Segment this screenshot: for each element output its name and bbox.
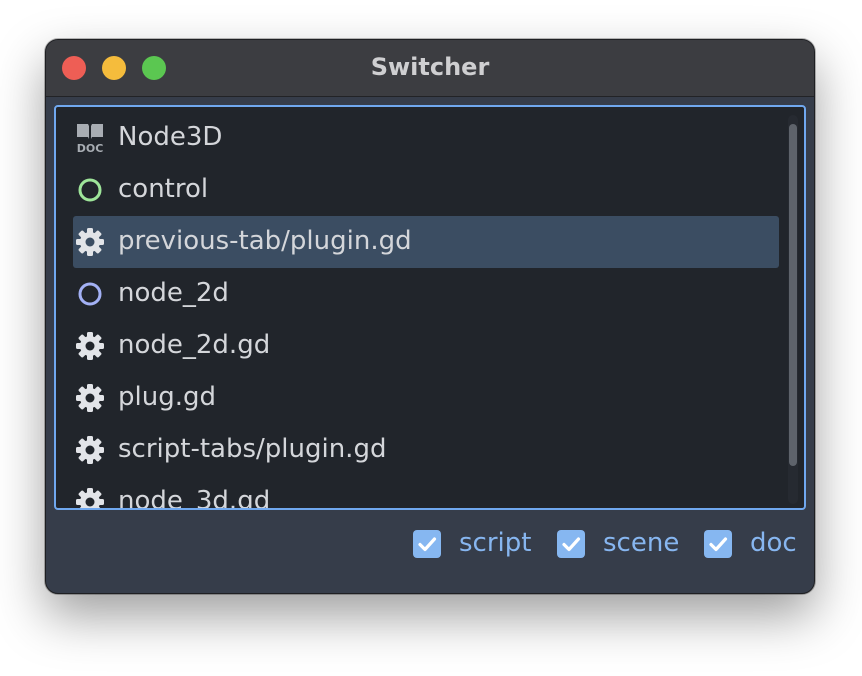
list-item-plug-gd[interactable]: plug.gd (73, 372, 779, 424)
doc-filter-toggle[interactable]: doc (704, 520, 804, 568)
list-item-node-3d-gd[interactable]: node_3d.gd (73, 476, 779, 510)
scene-filter-label: scene (603, 528, 680, 558)
list-item-label: control (118, 174, 209, 204)
script-filter-toggle[interactable]: script (413, 520, 533, 568)
gear-icon (74, 434, 106, 466)
circle-icon (74, 174, 106, 206)
scrollbar-thumb[interactable] (789, 124, 797, 466)
doc-filter-label: doc (750, 528, 797, 558)
list-scrollbar[interactable] (788, 115, 798, 504)
doc-checkbox[interactable] (704, 530, 732, 558)
doc-icon: DOC (74, 122, 106, 155)
switcher-list[interactable]: DOC Node3D control previous-tab/plugin.g… (54, 105, 806, 510)
list-item-label: node_2d.gd (118, 330, 271, 360)
gear-icon (74, 382, 106, 414)
gear-icon (74, 226, 106, 258)
list-item-label: node_3d.gd (118, 486, 271, 510)
list-item-control[interactable]: control (73, 164, 779, 216)
checkmark-icon (709, 537, 728, 552)
list-item-node-2d-gd[interactable]: node_2d.gd (73, 320, 779, 372)
list-item-label: previous-tab/plugin.gd (118, 226, 412, 256)
window-title: Switcher (370, 53, 490, 81)
list-item-label: plug.gd (118, 382, 216, 412)
switcher-window: Switcher DOC Node3D control previous-tab… (45, 39, 815, 594)
gear-icon (74, 486, 106, 508)
title-bar[interactable]: Switcher (46, 40, 814, 97)
filter-bar: script scene doc (46, 520, 814, 568)
list-item-label: script-tabs/plugin.gd (118, 434, 387, 464)
list-item-node3d[interactable]: DOC Node3D (73, 112, 779, 164)
gear-icon (74, 330, 106, 362)
list-item-node-2d[interactable]: node_2d (73, 268, 779, 320)
list-item-label: Node3D (118, 122, 223, 152)
script-checkbox[interactable] (413, 530, 441, 558)
circle-icon (74, 278, 106, 310)
scene-filter-toggle[interactable]: scene (557, 520, 682, 568)
scene-checkbox[interactable] (557, 530, 585, 558)
svg-text:DOC: DOC (77, 142, 104, 154)
list-item-script-tabs-plugin[interactable]: script-tabs/plugin.gd (73, 424, 779, 476)
script-filter-label: script (459, 528, 532, 558)
checkmark-icon (418, 537, 437, 552)
list-item-label: node_2d (118, 278, 229, 308)
checkmark-icon (562, 537, 581, 552)
list-item-previous-tab-plugin[interactable]: previous-tab/plugin.gd (73, 216, 779, 268)
